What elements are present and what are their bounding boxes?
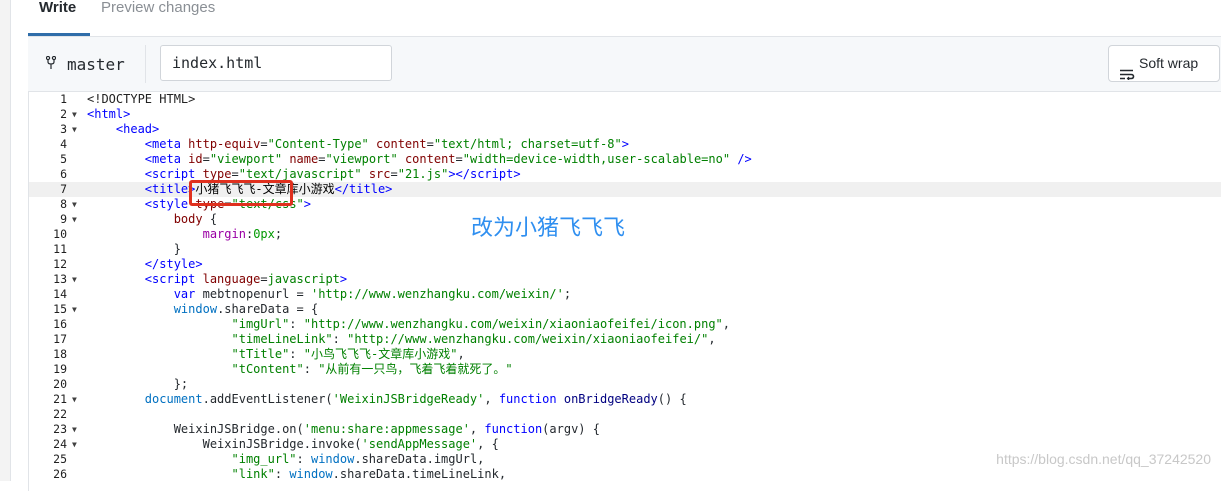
tab-write[interactable]: Write	[39, 0, 76, 22]
code-line[interactable]: 23 ▼ WeixinJSBridge.on('menu:share:appmes…	[29, 422, 1221, 437]
code-text: <html>	[87, 107, 131, 121]
code-line[interactable]: 6 <script type="text/javascript" src="21…	[29, 167, 1221, 182]
code-text: margin:0px;	[202, 227, 283, 241]
code-text: window.shareData = {	[173, 302, 319, 316]
line-number: 7	[60, 182, 67, 196]
line-number: 11	[53, 242, 67, 256]
fold-toggle-icon[interactable]: ▼	[72, 437, 82, 452]
fold-toggle-icon[interactable]: ▼	[72, 212, 82, 227]
code-line[interactable]: 15 ▼ window.shareData = {	[29, 302, 1221, 317]
code-line[interactable]: 21 ▼ document.addEventListener('WeixinJSB…	[29, 392, 1221, 407]
code-text: "imgUrl": "http://www.wenzhangku.com/wei…	[231, 317, 731, 331]
code-text: <script language=javascript>	[144, 272, 348, 286]
code-line[interactable]: 7 <title>小猪飞飞飞-文章库小游戏</title>	[29, 182, 1221, 197]
code-text: WeixinJSBridge.on('menu:share:appmessage…	[87, 422, 600, 436]
line-number: 25	[53, 452, 67, 466]
line-number: 4	[60, 137, 67, 151]
code-line[interactable]: 14 var mebtnopenurl = 'http://www.wenzha…	[29, 287, 1221, 302]
code-line[interactable]: 12 </style>	[29, 257, 1221, 272]
fold-toggle-icon[interactable]: ▼	[72, 272, 82, 287]
fold-toggle-icon[interactable]: ▼	[72, 197, 82, 212]
line-number: 13	[53, 272, 67, 286]
watermark: https://blog.csdn.net/qq_37242520	[996, 451, 1211, 467]
code-text: <meta id="viewport" name="viewport" cont…	[144, 152, 752, 166]
soft-wrap-select[interactable]: Soft wrap	[1108, 45, 1220, 82]
code-line[interactable]: 17 "timeLineLink": "http://www.wenzhangk…	[29, 332, 1221, 347]
code-text: <meta http-equiv="Content-Type" content=…	[144, 137, 629, 151]
code-text: WeixinJSBridge.invoke('sendAppMessage', …	[87, 437, 499, 451]
editor-toolbar: master index.html Soft wrap	[28, 37, 1221, 92]
code-text: <style type="text/css">	[144, 197, 312, 211]
code-editor[interactable]: 1 <!DOCTYPE HTML> 2 ▼ <html> 3 ▼ <head> 4 <meta…	[29, 92, 1221, 481]
fold-toggle-icon[interactable]: ▼	[72, 122, 82, 137]
code-text: }	[87, 242, 181, 256]
soft-wrap-label: Soft wrap	[1139, 55, 1199, 71]
code-text: </style>	[144, 257, 203, 271]
fold-toggle-icon[interactable]: ▼	[72, 392, 82, 407]
line-number: 16	[53, 317, 67, 331]
line-number: 6	[60, 167, 67, 181]
code-text: "tTitle": "小鸟飞飞飞-文章库小游戏",	[231, 347, 465, 361]
branch-selector[interactable]: master	[45, 55, 125, 74]
code-line[interactable]: 16 "imgUrl": "http://www.wenzhangku.com/…	[29, 317, 1221, 332]
branch-name: master	[67, 55, 125, 74]
line-number: 8	[60, 197, 67, 211]
line-number: 23	[53, 422, 67, 436]
line-number: 24	[53, 437, 67, 451]
line-number: 21	[53, 392, 67, 406]
toolbar-divider	[145, 45, 146, 83]
code-text: <title>小猪飞飞飞-文章库小游戏</title>	[144, 182, 393, 196]
line-number: 5	[60, 152, 67, 166]
filename-input[interactable]: index.html	[160, 45, 392, 81]
code-text: "timeLineLink": "http://www.wenzhangku.c…	[231, 332, 716, 346]
fold-toggle-icon[interactable]: ▼	[72, 107, 82, 122]
code-line[interactable]: 5 <meta id="viewport" name="viewport" co…	[29, 152, 1221, 167]
code-line[interactable]: 18 "tTitle": "小鸟飞飞飞-文章库小游戏",	[29, 347, 1221, 362]
line-number: 26	[53, 467, 67, 481]
code-line[interactable]: 4 <meta http-equiv="Content-Type" conten…	[29, 137, 1221, 152]
line-number: 3	[60, 122, 67, 136]
line-number: 12	[53, 257, 67, 271]
code-text: var mebtnopenurl = 'http://www.wenzhangk…	[173, 287, 572, 301]
code-text: "link": window.shareData.timeLineLink,	[231, 467, 507, 481]
wrap-icon	[1119, 58, 1135, 81]
line-number: 10	[53, 227, 67, 241]
line-number: 17	[53, 332, 67, 346]
code-text: document.addEventListener('WeixinJSBridg…	[144, 392, 687, 406]
code-text: "tContent": "从前有一只鸟，飞着飞着就死了。"	[231, 362, 513, 376]
branch-icon	[45, 55, 60, 74]
line-number: 20	[53, 377, 67, 391]
annotation-text: 改为小猪飞飞飞	[471, 216, 626, 241]
line-number: 15	[53, 302, 67, 316]
line-number: 1	[60, 92, 67, 106]
line-number: 14	[53, 287, 67, 301]
left-edge-strip	[0, 0, 11, 481]
code-line[interactable]: 2 ▼ <html>	[29, 107, 1221, 122]
code-line[interactable]: 13 ▼ <script language=javascript>	[29, 272, 1221, 287]
line-number: 2	[60, 107, 67, 121]
code-line[interactable]: 1 <!DOCTYPE HTML>	[29, 92, 1221, 107]
code-line[interactable]: 3 ▼ <head>	[29, 122, 1221, 137]
line-number: 19	[53, 362, 67, 376]
code-line[interactable]: 19 "tContent": "从前有一只鸟，飞着飞着就死了。"	[29, 362, 1221, 377]
code-text: <head>	[115, 122, 160, 136]
code-text: };	[87, 377, 189, 391]
line-number: 22	[53, 407, 67, 421]
line-number: 9	[60, 212, 67, 226]
editor-tabs: Write Preview changes	[28, 0, 1221, 36]
code-line[interactable]: 20 };	[29, 377, 1221, 392]
code-text: "img_url": window.shareData.imgUrl,	[231, 452, 485, 466]
code-line[interactable]: 26 "link": window.shareData.timeLineLink…	[29, 467, 1221, 481]
code-line[interactable]: 11 }	[29, 242, 1221, 257]
code-text: body {	[173, 212, 218, 226]
fold-toggle-icon[interactable]: ▼	[72, 422, 82, 437]
code-text: <script type="text/javascript" src="21.j…	[144, 167, 521, 181]
fold-toggle-icon[interactable]: ▼	[72, 302, 82, 317]
tab-preview-changes[interactable]: Preview changes	[101, 0, 215, 22]
code-line[interactable]: 22	[29, 407, 1221, 422]
code-line[interactable]: 24 ▼ WeixinJSBridge.invoke('sendAppMessag…	[29, 437, 1221, 452]
code-text: <!DOCTYPE HTML>	[87, 92, 196, 106]
line-number: 18	[53, 347, 67, 361]
